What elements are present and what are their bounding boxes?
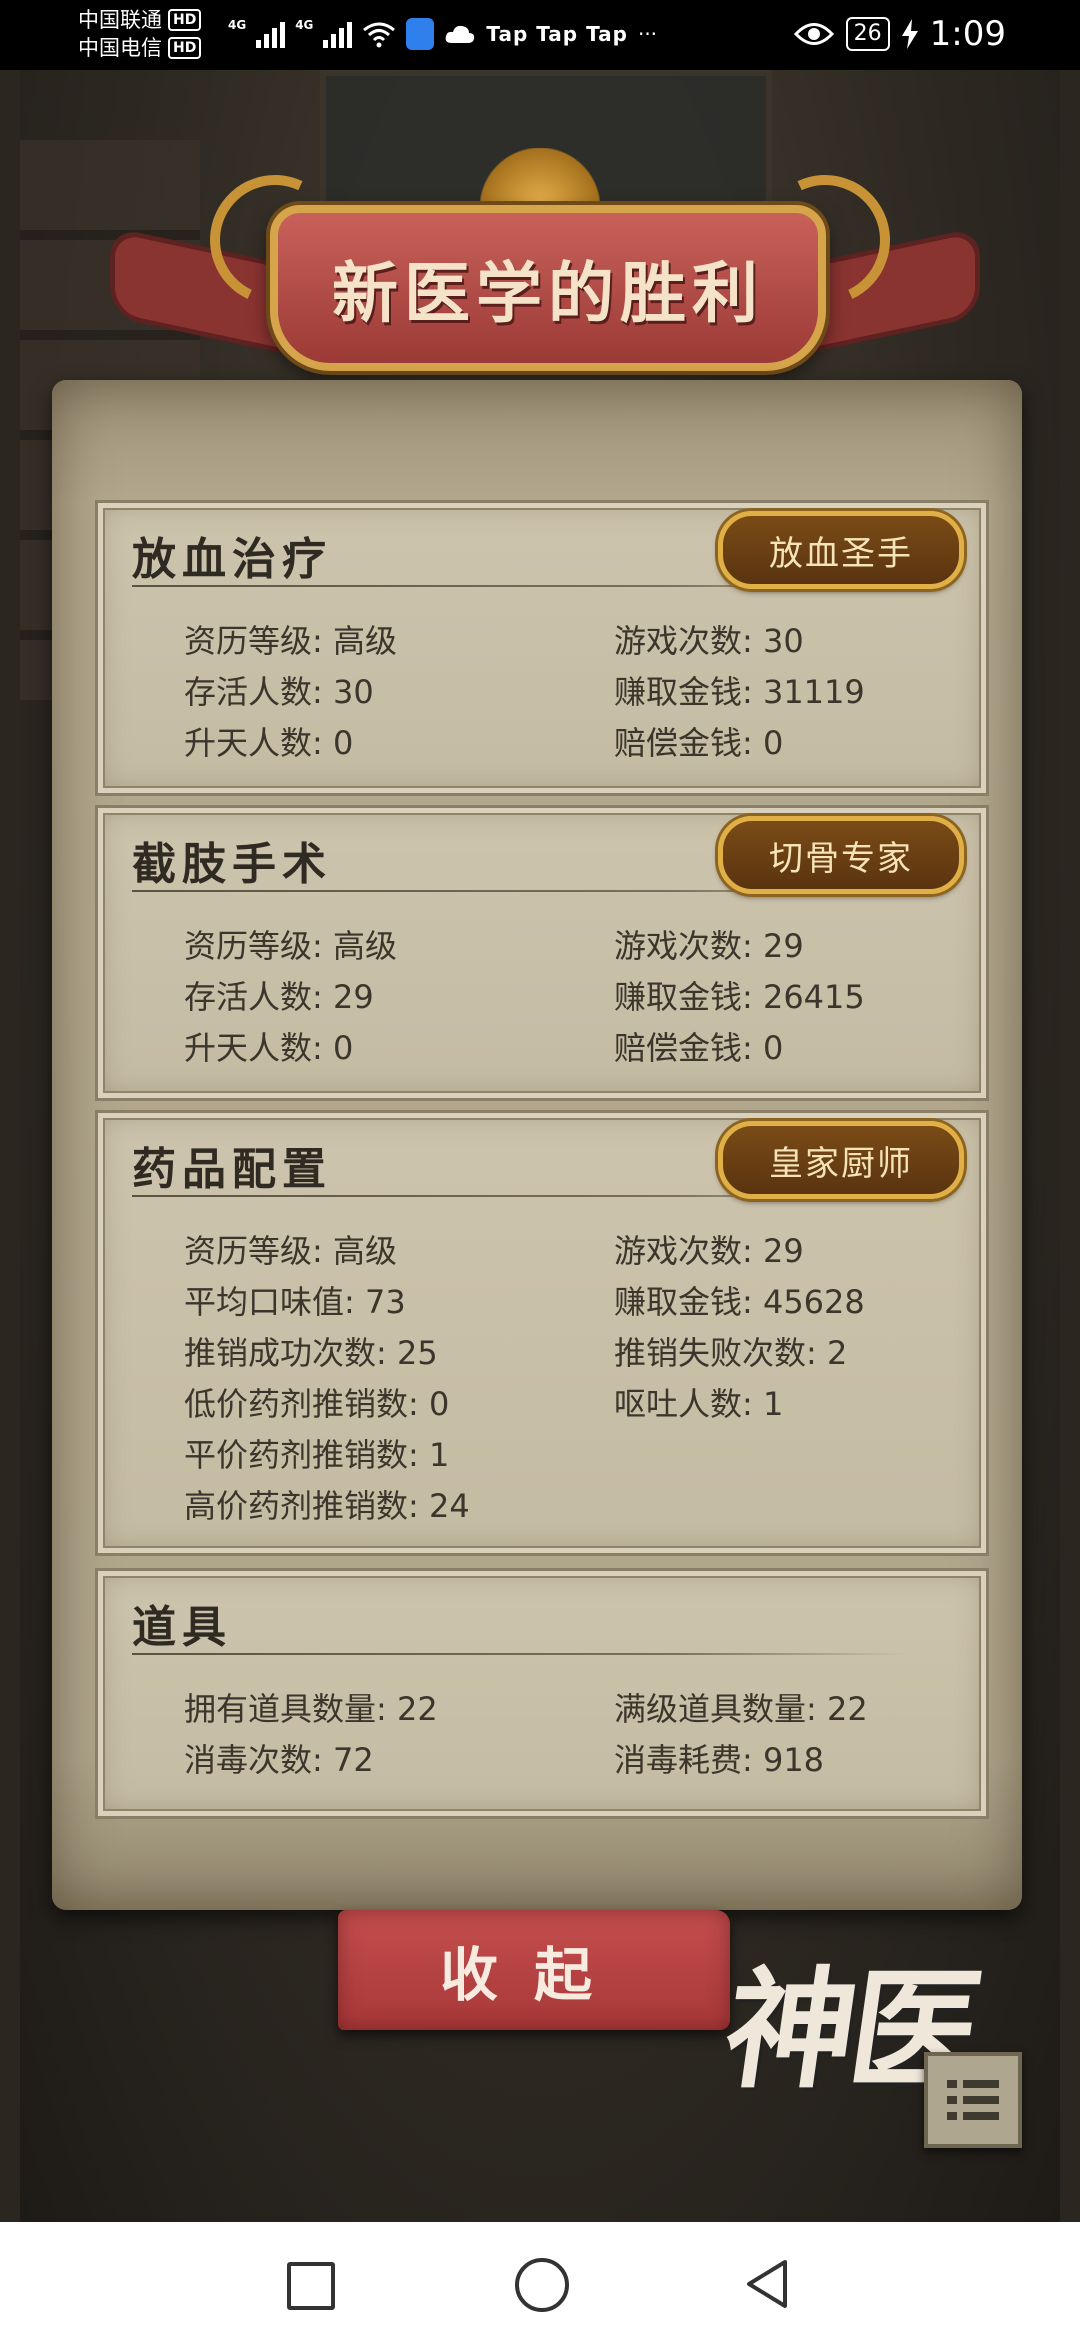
stat-item: 赔偿金钱: 0 bbox=[614, 1028, 784, 1067]
stats-row: 资历等级: 高级 游戏次数: 29 bbox=[184, 918, 944, 969]
stat-item: 游戏次数: 29 bbox=[614, 926, 804, 965]
wifi-icon bbox=[363, 22, 396, 48]
collapse-button[interactable]: 收起 bbox=[338, 1910, 730, 2030]
security-shield-icon bbox=[406, 18, 435, 50]
stats-grid: 资历等级: 高级 游戏次数: 29 存活人数: 29 赚取金钱: 26415 升天人… bbox=[184, 918, 944, 1071]
stats-row: 资历等级: 高级 游戏次数: 30 bbox=[184, 613, 944, 664]
title-banner: 新医学的胜利 bbox=[270, 205, 826, 371]
crest-ornament-icon bbox=[480, 148, 600, 208]
status-bar: 中国联通 HD 中国电信 HD 4G 4G Tap Tap Tap ··· 26 1… bbox=[0, 0, 1080, 70]
signal-icon-2 bbox=[323, 20, 353, 48]
carrier-block: 中国联通 HD 中国电信 HD bbox=[78, 6, 202, 62]
achievement-badge: 皇家厨师 bbox=[718, 1121, 964, 1199]
stat-item: 资历等级: 高级 bbox=[184, 621, 397, 660]
menu-button[interactable] bbox=[924, 2052, 1022, 2148]
stats-row: 平均口味值: 73 赚取金钱: 45628 bbox=[184, 1274, 944, 1325]
stat-item: 消毒耗费: 918 bbox=[614, 1740, 825, 1779]
stat-item: 赚取金钱: 31119 bbox=[614, 672, 865, 711]
stats-row: 消毒次数: 72 消毒耗费: 918 bbox=[184, 1732, 944, 1783]
stats-grid: 拥有道具数量: 22 满级道具数量: 22 消毒次数: 72 消毒耗费: 918 bbox=[184, 1681, 944, 1783]
home-button[interactable] bbox=[515, 2258, 569, 2312]
stat-item: 平价药剂推销数: 1 bbox=[184, 1435, 450, 1474]
carrier-2: 中国电信 bbox=[78, 36, 162, 60]
notification-text: Tap Tap Tap bbox=[486, 22, 628, 46]
stat-item: 存活人数: 30 bbox=[184, 672, 374, 711]
stat-item: 资历等级: 高级 bbox=[184, 1231, 397, 1270]
carrier-1: 中国联通 bbox=[78, 8, 162, 32]
section-title: 道具 bbox=[132, 1602, 232, 1653]
section-amputation: 截肢手术 切骨专家 资历等级: 高级 游戏次数: 29 存活人数: 29 赚取金钱:… bbox=[95, 805, 989, 1101]
stats-row: 升天人数: 0 赔偿金钱: 0 bbox=[184, 1020, 944, 1071]
stats-row: 低价药剂推销数: 0 呕吐人数: 1 bbox=[184, 1376, 944, 1427]
hd-badge-1: HD bbox=[168, 9, 202, 31]
stat-item: 升天人数: 0 bbox=[184, 1028, 354, 1067]
stat-item: 赔偿金钱: 0 bbox=[614, 723, 784, 762]
status-icons: 4G 4G Tap Tap Tap ··· bbox=[228, 18, 657, 50]
stats-row: 存活人数: 29 赚取金钱: 26415 bbox=[184, 969, 944, 1020]
cloud-icon bbox=[446, 25, 475, 43]
stat-item: 推销成功次数: 25 bbox=[184, 1333, 438, 1372]
section-title: 药品配置 bbox=[132, 1144, 332, 1195]
page-title: 新医学的胜利 bbox=[332, 254, 764, 332]
stat-item: 低价药剂推销数: 0 bbox=[184, 1384, 450, 1423]
stat-item: 拥有道具数量: 22 bbox=[184, 1689, 438, 1728]
network-type-1: 4G bbox=[228, 18, 247, 32]
signal-icon bbox=[256, 20, 286, 48]
section-divider bbox=[132, 1653, 906, 1655]
stats-row: 资历等级: 高级 游戏次数: 29 bbox=[184, 1223, 944, 1274]
stats-row: 平价药剂推销数: 1 bbox=[184, 1427, 944, 1478]
stat-item: 资历等级: 高级 bbox=[184, 926, 397, 965]
stats-row: 存活人数: 30 赚取金钱: 31119 bbox=[184, 664, 944, 715]
hd-badge-2: HD bbox=[168, 37, 202, 59]
stat-item: 游戏次数: 29 bbox=[614, 1231, 804, 1270]
network-type-2: 4G bbox=[295, 18, 314, 32]
stat-item: 赚取金钱: 26415 bbox=[614, 977, 865, 1016]
eye-icon bbox=[793, 23, 834, 45]
stat-item: 赚取金钱: 45628 bbox=[614, 1282, 865, 1321]
battery-level: 26 bbox=[845, 17, 890, 51]
stats-grid: 资历等级: 高级 游戏次数: 29 平均口味值: 73 赚取金钱: 45628 推销… bbox=[184, 1223, 944, 1529]
status-right: 26 1:09 bbox=[793, 14, 1006, 54]
section-title: 放血治疗 bbox=[132, 534, 332, 585]
section-items: 道具 拥有道具数量: 22 满级道具数量: 22 消毒次数: 72 消毒耗费: 91… bbox=[95, 1568, 989, 1819]
back-button[interactable] bbox=[745, 2258, 789, 2310]
navigation-bar bbox=[0, 2222, 1080, 2340]
stat-item: 推销失败次数: 2 bbox=[614, 1333, 848, 1372]
stat-item: 呕吐人数: 1 bbox=[614, 1384, 784, 1423]
more-notifications: ··· bbox=[637, 22, 658, 46]
section-title: 截肢手术 bbox=[132, 839, 332, 890]
stat-item: 平均口味值: 73 bbox=[184, 1282, 406, 1321]
menu-list-icon bbox=[947, 2080, 999, 2120]
stats-row: 升天人数: 0 赔偿金钱: 0 bbox=[184, 715, 944, 766]
stats-row: 推销成功次数: 25 推销失败次数: 2 bbox=[184, 1325, 944, 1376]
charging-icon bbox=[901, 19, 918, 49]
section-medicine: 药品配置 皇家厨师 资历等级: 高级 游戏次数: 29 平均口味值: 73 赚取金钱… bbox=[95, 1110, 989, 1556]
stat-item: 升天人数: 0 bbox=[184, 723, 354, 762]
stat-item: 游戏次数: 30 bbox=[614, 621, 804, 660]
stats-grid: 资历等级: 高级 游戏次数: 30 存活人数: 30 赚取金钱: 31119 升天人… bbox=[184, 613, 944, 766]
stat-item: 高价药剂推销数: 24 bbox=[184, 1486, 470, 1525]
recent-apps-button[interactable] bbox=[287, 2262, 335, 2310]
stats-row: 拥有道具数量: 22 满级道具数量: 22 bbox=[184, 1681, 944, 1732]
clock: 1:09 bbox=[929, 14, 1006, 54]
achievement-badge: 切骨专家 bbox=[718, 816, 964, 894]
section-bloodletting: 放血治疗 放血圣手 资历等级: 高级 游戏次数: 30 存活人数: 30 赚取金钱:… bbox=[95, 500, 989, 796]
stat-item: 消毒次数: 72 bbox=[184, 1740, 374, 1779]
stat-item: 存活人数: 29 bbox=[184, 977, 374, 1016]
achievement-badge: 放血圣手 bbox=[718, 511, 964, 589]
stats-row: 高价药剂推销数: 24 bbox=[184, 1478, 944, 1529]
stat-item: 满级道具数量: 22 bbox=[614, 1689, 868, 1728]
